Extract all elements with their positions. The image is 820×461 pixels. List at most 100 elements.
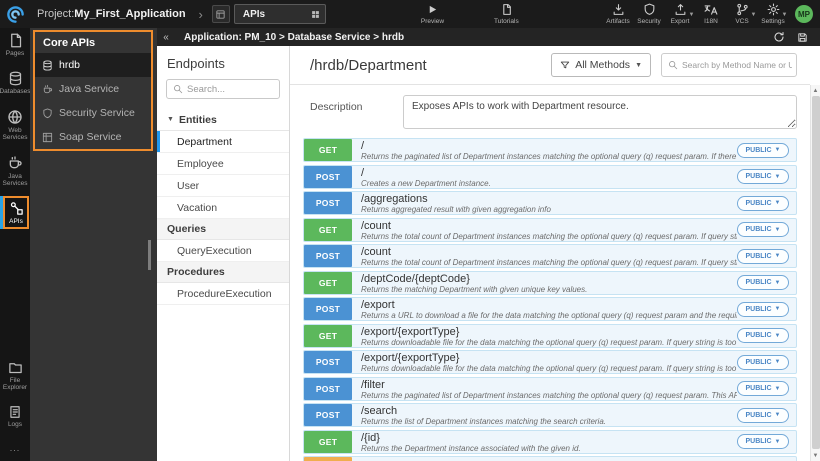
sidebar-item-web-services[interactable]: Web Services (0, 104, 30, 145)
method-search-input[interactable] (682, 60, 792, 70)
api-row[interactable]: POST/count Returns the total count of Dep… (303, 244, 797, 268)
flyout-item-security-service[interactable]: Security Service (35, 101, 151, 125)
main-panel: /hrdb/Department All Methods ▼ Descripti… (290, 46, 810, 461)
api-description: Returns the total count of Department in… (361, 231, 737, 241)
i18n-button[interactable]: I18N (697, 3, 725, 25)
description-textarea[interactable]: Exposes APIs to work with Department res… (403, 95, 797, 129)
access-dropdown[interactable]: PUBLIC ▼ (737, 222, 789, 237)
workspace-selector[interactable]: APIs (233, 4, 326, 24)
sidebar-overflow-button[interactable]: ... (0, 437, 30, 461)
api-row[interactable]: GET / Returns the paginated list of Depart… (303, 138, 797, 162)
refresh-button[interactable] (773, 31, 785, 43)
access-dropdown[interactable]: PUBLIC ▼ (737, 301, 789, 317)
endpoint-item-procedureexecution[interactable]: ProcedureExecution (157, 283, 289, 305)
api-description: Returns aggregated result with given agg… (361, 205, 551, 214)
flyout-item-java-service[interactable]: Java Service (35, 77, 151, 101)
scroll-up-icon[interactable]: ▲ (813, 85, 819, 96)
api-path: / (361, 140, 365, 152)
database-icon (42, 59, 53, 71)
access-dropdown[interactable]: PUBLIC ▼ (737, 407, 789, 423)
method-badge: POST (304, 377, 352, 400)
export-button[interactable]: ▼ Export (666, 3, 695, 25)
collapse-panel-icon[interactable]: « (159, 32, 173, 43)
api-row[interactable]: POST/filter Returns the paginated list of… (303, 376, 797, 401)
caret-down-icon: ▼ (635, 61, 642, 69)
method-badge: POST (304, 298, 352, 320)
tutorials-button[interactable]: Tutorials (494, 3, 519, 25)
endpoints-search[interactable] (166, 79, 280, 99)
sidebar-item-databases[interactable]: Databases (0, 66, 31, 99)
vertical-scrollbar[interactable]: ▲ ▼ (810, 85, 820, 461)
endpoint-item-queryexecution[interactable]: QueryExecution (157, 240, 289, 262)
method-badge: POST (304, 351, 352, 373)
api-description: Returns the paginated list of Department… (361, 390, 737, 400)
scroll-down-icon[interactable]: ▼ (813, 450, 819, 461)
flyout-scrollbar-thumb[interactable] (148, 240, 151, 270)
breadcrumb: Application: PM_10 > Database Service > … (184, 31, 405, 43)
api-row[interactable]: POST/export/{exportType} Returns download… (303, 350, 797, 374)
sidebar-item-java-services[interactable]: Java Services (0, 150, 30, 191)
api-row[interactable]: GET/export/{exportType} Returns downloada… (303, 323, 797, 348)
sidebar-item-pages[interactable]: Pages (0, 28, 30, 61)
grid-icon (311, 10, 320, 19)
access-dropdown[interactable]: PUBLIC ▼ (737, 248, 789, 264)
sidebar-item-apis[interactable]: APIs (0, 196, 29, 229)
api-row[interactable]: PUT (303, 456, 797, 461)
caret-down-icon: ▼ (774, 200, 781, 206)
endpoint-item-vacation[interactable]: Vacation (157, 197, 289, 219)
flyout-item-soap-service[interactable]: Soap Service (35, 125, 151, 149)
api-path: /count (361, 219, 391, 232)
api-row[interactable]: GET/deptCode/{deptCode} Returns the match… (303, 270, 797, 295)
api-row[interactable]: GET/count Returns the total count of Depa… (303, 217, 797, 242)
workspace-icon-button[interactable] (211, 5, 230, 23)
method-search[interactable] (661, 53, 797, 77)
left-sidebar: Pages Databases Web Services Java Services A… (0, 28, 31, 461)
access-dropdown[interactable]: PUBLIC ▼ (737, 169, 789, 184)
access-dropdown[interactable]: PUBLIC ▼ (737, 195, 789, 211)
api-row[interactable]: POST / Creates a new Department instance. P… (303, 164, 797, 189)
caret-down-icon: ▼ (774, 332, 781, 339)
artifacts-button[interactable]: Artifacts (604, 3, 632, 25)
endpoints-group-queries[interactable]: Queries (157, 219, 289, 240)
method-badge: POST (304, 192, 352, 214)
api-row[interactable]: POST/export Returns a URL to download a f… (303, 297, 797, 321)
endpoints-group-entities[interactable]: ▼ Entities (157, 109, 289, 131)
api-row[interactable]: GET /{id} Returns the Department instance … (303, 429, 797, 454)
user-avatar[interactable]: MP (795, 5, 813, 23)
endpoint-item-user[interactable]: User (157, 175, 289, 197)
endpoints-search-input[interactable] (187, 83, 269, 95)
api-path: /export/{exportType} (361, 325, 460, 338)
method-badge: GET (304, 324, 352, 347)
sidebar-item-logs[interactable]: Logs (0, 400, 30, 432)
caret-down-icon: ▼ (774, 412, 781, 418)
endpoint-item-employee[interactable]: Employee (157, 153, 289, 175)
access-dropdown[interactable]: PUBLIC ▼ (737, 434, 789, 449)
save-button[interactable] (797, 32, 808, 43)
preview-button[interactable]: Preview (421, 3, 444, 25)
api-row[interactable]: POST/aggregations Returns aggregated resu… (303, 191, 797, 215)
endpoint-item-department[interactable]: Department (157, 131, 289, 153)
access-dropdown[interactable]: PUBLIC ▼ (737, 275, 789, 290)
security-button[interactable]: Security (635, 3, 663, 25)
access-dropdown[interactable]: PUBLIC ▼ (737, 354, 789, 370)
sidebar-item-file-explorer[interactable]: File Explorer (0, 355, 30, 395)
caret-down-icon: ▼ (774, 385, 781, 392)
access-dropdown[interactable]: PUBLIC ▼ (737, 381, 789, 396)
wavemaker-logo-icon (0, 0, 30, 28)
export-icon: ▼ (674, 3, 695, 18)
search-icon (668, 60, 678, 70)
access-dropdown[interactable]: PUBLIC ▼ (737, 328, 789, 343)
api-path: /search (361, 405, 398, 417)
endpoints-group-procedures[interactable]: Procedures (157, 262, 289, 283)
settings-button[interactable]: ▼ Settings (759, 3, 788, 25)
resource-title: /hrdb/Department (310, 56, 427, 74)
flyout-item-hrdb[interactable]: hrdb (35, 53, 151, 77)
api-row[interactable]: POST/search Returns the list of Departmen… (303, 403, 797, 427)
filter-icon (560, 60, 570, 70)
core-apis-list: hrdb Java Service Security Service Soap Ser… (35, 53, 151, 149)
all-methods-filter-button[interactable]: All Methods ▼ (551, 53, 651, 77)
vcs-button[interactable]: ▼ VCS (728, 3, 757, 25)
access-dropdown[interactable]: PUBLIC ▼ (737, 142, 789, 158)
caret-down-icon: ▼ (774, 279, 781, 286)
scrollbar-thumb[interactable] (811, 96, 820, 449)
